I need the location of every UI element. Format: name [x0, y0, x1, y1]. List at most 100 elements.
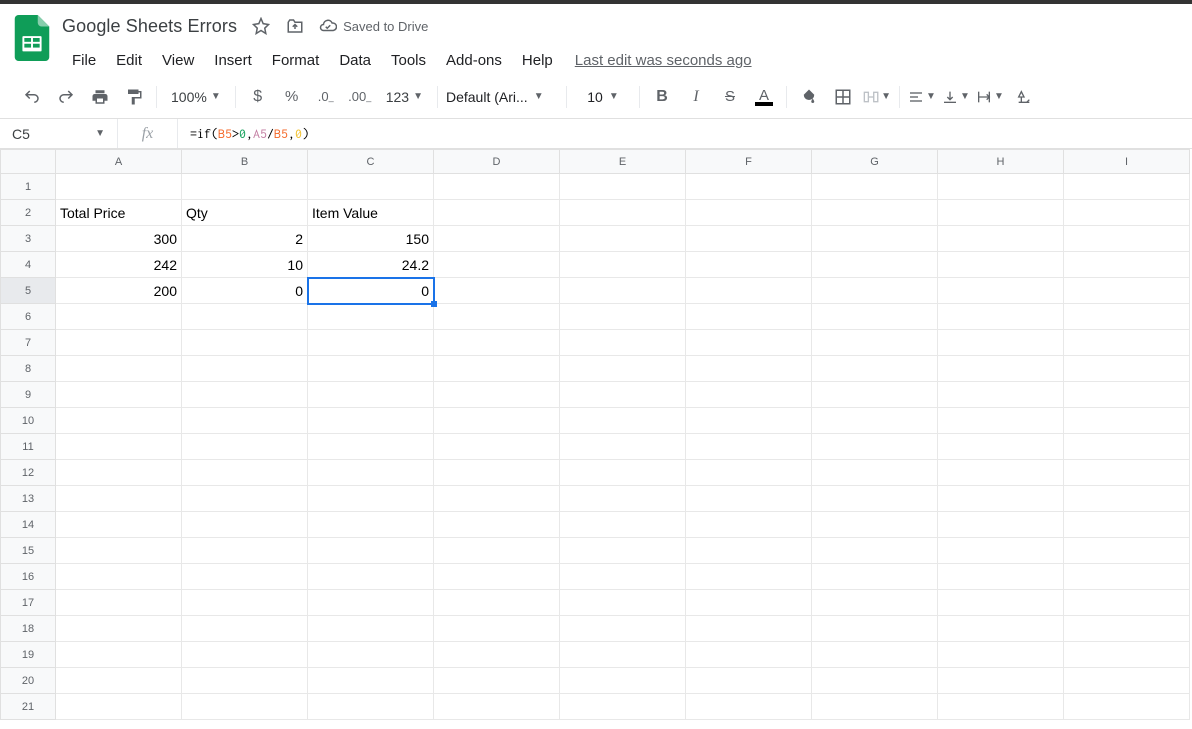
cell[interactable]: [812, 200, 938, 226]
cell[interactable]: [308, 486, 434, 512]
cell[interactable]: [560, 434, 686, 460]
row-header[interactable]: 18: [1, 616, 56, 642]
cell[interactable]: [308, 616, 434, 642]
cell[interactable]: [938, 538, 1064, 564]
menu-insert[interactable]: Insert: [204, 46, 262, 75]
menu-addons[interactable]: Add-ons: [436, 46, 512, 75]
row-header[interactable]: 7: [1, 330, 56, 356]
cell[interactable]: [308, 512, 434, 538]
cell[interactable]: [560, 174, 686, 200]
cell[interactable]: [1064, 538, 1190, 564]
italic-button[interactable]: I: [682, 83, 710, 111]
cell[interactable]: [938, 694, 1064, 720]
row-header[interactable]: 10: [1, 408, 56, 434]
cell[interactable]: [686, 200, 812, 226]
cell[interactable]: [686, 226, 812, 252]
cell[interactable]: 200: [56, 278, 182, 304]
column-header[interactable]: D: [434, 150, 560, 174]
decrease-decimal-button[interactable]: .0_: [312, 83, 340, 111]
cell[interactable]: [56, 512, 182, 538]
cell[interactable]: [560, 512, 686, 538]
borders-button[interactable]: [829, 83, 857, 111]
cell[interactable]: [182, 174, 308, 200]
cell[interactable]: [560, 642, 686, 668]
cell[interactable]: [812, 174, 938, 200]
row-header[interactable]: 6: [1, 304, 56, 330]
cell[interactable]: [812, 226, 938, 252]
cell[interactable]: [938, 304, 1064, 330]
cell[interactable]: [560, 330, 686, 356]
vertical-align-button[interactable]: ▼: [942, 83, 970, 111]
cell[interactable]: [560, 304, 686, 330]
row-header[interactable]: 3: [1, 226, 56, 252]
cell[interactable]: [812, 538, 938, 564]
cell[interactable]: [308, 564, 434, 590]
cell[interactable]: [560, 252, 686, 278]
cell[interactable]: [434, 356, 560, 382]
cell[interactable]: [56, 434, 182, 460]
cell[interactable]: [182, 538, 308, 564]
font-size-selector[interactable]: 10 ▼: [575, 89, 631, 105]
cell[interactable]: [56, 408, 182, 434]
cell[interactable]: [1064, 512, 1190, 538]
cell[interactable]: [56, 564, 182, 590]
cell[interactable]: [434, 278, 560, 304]
column-header[interactable]: B: [182, 150, 308, 174]
cell[interactable]: [938, 252, 1064, 278]
cell[interactable]: [56, 668, 182, 694]
cell[interactable]: [308, 668, 434, 694]
menu-format[interactable]: Format: [262, 46, 330, 75]
cell[interactable]: [434, 694, 560, 720]
cell[interactable]: [308, 304, 434, 330]
cell[interactable]: [56, 486, 182, 512]
cell[interactable]: [1064, 226, 1190, 252]
cell[interactable]: [308, 174, 434, 200]
cell[interactable]: [560, 226, 686, 252]
cell[interactable]: [686, 694, 812, 720]
cell[interactable]: [560, 538, 686, 564]
cell[interactable]: [1064, 564, 1190, 590]
column-header[interactable]: A: [56, 150, 182, 174]
cell[interactable]: [938, 668, 1064, 694]
text-color-button[interactable]: A: [750, 83, 778, 111]
menu-edit[interactable]: Edit: [106, 46, 152, 75]
cell[interactable]: [686, 668, 812, 694]
cell[interactable]: [1064, 434, 1190, 460]
cell[interactable]: [1064, 694, 1190, 720]
spreadsheet-grid[interactable]: ABCDEFGHI12Total PriceQtyItem Value33002…: [0, 149, 1192, 720]
row-header[interactable]: 19: [1, 642, 56, 668]
cell[interactable]: [812, 616, 938, 642]
cell[interactable]: [182, 408, 308, 434]
cell[interactable]: [938, 434, 1064, 460]
cell[interactable]: [308, 590, 434, 616]
menu-data[interactable]: Data: [329, 46, 381, 75]
cell[interactable]: [686, 590, 812, 616]
cell[interactable]: [182, 304, 308, 330]
row-header[interactable]: 1: [1, 174, 56, 200]
cell[interactable]: [182, 642, 308, 668]
cell[interactable]: [812, 382, 938, 408]
cell[interactable]: [938, 356, 1064, 382]
cell[interactable]: [560, 616, 686, 642]
number-format-selector[interactable]: 123 ▼: [380, 89, 429, 105]
menu-file[interactable]: File: [62, 46, 106, 75]
bold-button[interactable]: B: [648, 83, 676, 111]
cell[interactable]: [308, 434, 434, 460]
strikethrough-button[interactable]: S: [716, 83, 744, 111]
cell[interactable]: [938, 200, 1064, 226]
cell[interactable]: [560, 590, 686, 616]
row-header[interactable]: 20: [1, 668, 56, 694]
cell[interactable]: 0: [308, 278, 434, 304]
cell[interactable]: [182, 460, 308, 486]
cell[interactable]: [938, 486, 1064, 512]
cell[interactable]: [182, 668, 308, 694]
cell[interactable]: [182, 356, 308, 382]
cell[interactable]: [308, 408, 434, 434]
cell[interactable]: [560, 382, 686, 408]
cell[interactable]: [434, 460, 560, 486]
cell[interactable]: [812, 512, 938, 538]
cell[interactable]: [938, 174, 1064, 200]
cell[interactable]: [434, 252, 560, 278]
cell[interactable]: [1064, 304, 1190, 330]
cell[interactable]: [182, 486, 308, 512]
